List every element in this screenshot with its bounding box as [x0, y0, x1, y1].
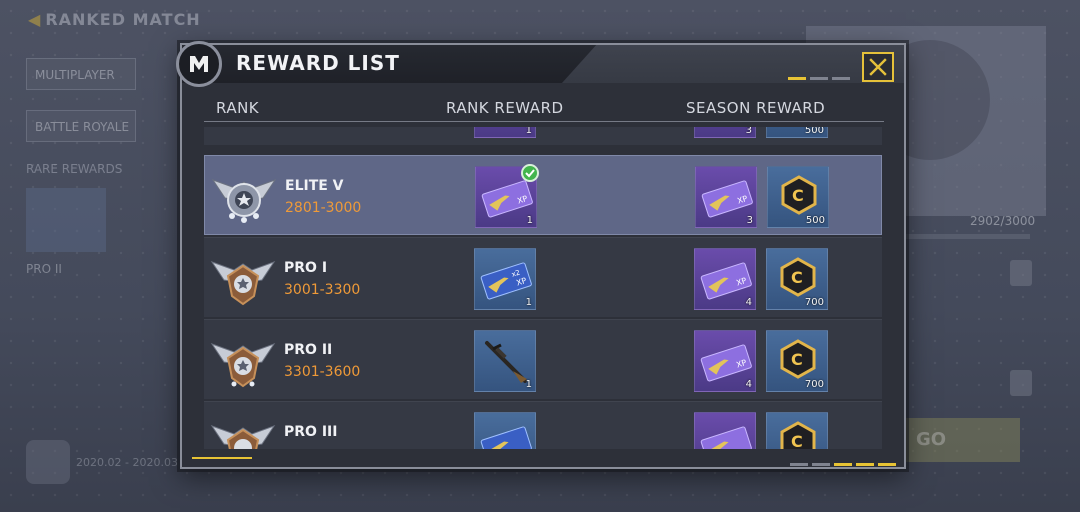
- rank-reward-double-xp-card[interactable]: x2 XP 1: [474, 248, 536, 310]
- rank-name: PRO I: [284, 260, 328, 276]
- modal-accent-line: [192, 457, 252, 459]
- season-xp-card[interactable]: XP 3: [695, 166, 757, 228]
- season-xp-card[interactable]: [694, 412, 756, 449]
- rank-emblem-icon: [210, 425, 276, 449]
- season-xp-card[interactable]: XP 4: [694, 248, 756, 310]
- season-icon: [26, 440, 70, 484]
- season-cp-item[interactable]: C 700: [766, 330, 828, 392]
- item-quantity: 700: [804, 297, 824, 308]
- column-header: RANK RANK REWARD SEASON REWARD: [204, 91, 884, 122]
- column-rank-reward: RANK REWARD: [446, 99, 564, 117]
- rank-emblem-icon: [210, 343, 276, 388]
- rank-name: PRO III: [284, 424, 338, 440]
- season-dates: 2020.02 - 2020.03: [76, 456, 178, 469]
- mode-title: ◀ RANKED MATCH: [28, 10, 201, 29]
- reward-row-pro-1[interactable]: PRO I 3001-3300 x2 XP 1 XP 4 C 700: [204, 237, 882, 317]
- back-arrow-icon[interactable]: ◀: [28, 10, 41, 29]
- item-quantity: 4: [745, 379, 752, 390]
- rank-name: PRO II: [284, 342, 333, 358]
- xp-card-icon: [480, 426, 532, 449]
- cod-points-icon: C: [780, 421, 816, 449]
- svg-text:C: C: [791, 432, 803, 449]
- rank-name: ELITE V: [285, 178, 344, 194]
- info-icon[interactable]: [1010, 260, 1032, 286]
- modal-header: REWARD LIST: [176, 41, 904, 87]
- rank-progress-text: 2902/3000: [970, 214, 1036, 228]
- rank-points-range: 2801-3000: [285, 200, 362, 216]
- rank-progress-bar: [900, 234, 1030, 239]
- header-decoration: [562, 45, 904, 83]
- info-icon[interactable]: [1010, 370, 1032, 396]
- close-button[interactable]: [862, 52, 894, 82]
- rank-reward-item[interactable]: 1: [474, 127, 536, 138]
- column-rank: RANK: [216, 99, 260, 117]
- season-xp-card[interactable]: XP 4: [694, 330, 756, 392]
- scroll-indicator: [790, 463, 896, 466]
- svg-text:C: C: [791, 268, 803, 287]
- season-cp-item[interactable]: C: [766, 412, 828, 449]
- page-indicator: [788, 77, 850, 80]
- rank-points-range: 3301-3600: [284, 364, 361, 380]
- item-quantity: 500: [805, 215, 825, 226]
- season-cp-item[interactable]: C 500: [767, 166, 829, 228]
- item-quantity: 700: [804, 379, 824, 390]
- reward-list-modal: REWARD LIST RANK RANK REWARD SEASON REWA…: [176, 41, 906, 469]
- current-rank-label: PRO II: [26, 262, 62, 276]
- season-xp-card[interactable]: 3: [694, 127, 756, 138]
- reward-row[interactable]: 1 3 500: [204, 127, 882, 145]
- close-x-icon: [869, 58, 887, 76]
- tab-battle-royale[interactable]: BATTLE ROYALE: [26, 110, 136, 142]
- item-quantity: 1: [525, 127, 532, 136]
- item-quantity: 4: [745, 297, 752, 308]
- rank-reward-item[interactable]: [474, 412, 536, 449]
- item-quantity: 500: [804, 127, 824, 136]
- reward-row-pro-3[interactable]: PRO III C: [204, 401, 882, 449]
- item-quantity: 3: [746, 215, 753, 226]
- column-season-reward: SEASON REWARD: [686, 99, 826, 117]
- check-icon: [521, 164, 539, 182]
- rare-reward-card[interactable]: [26, 188, 106, 252]
- rank-emblem-icon: [211, 179, 277, 223]
- item-quantity: 1: [525, 297, 532, 308]
- modal-title: REWARD LIST: [236, 51, 400, 75]
- rank-reward-weapon[interactable]: 1: [474, 330, 536, 392]
- item-quantity: 1: [526, 215, 533, 226]
- season-cp-item[interactable]: C 700: [766, 248, 828, 310]
- reward-row-pro-2[interactable]: PRO II 3301-3600 1 XP 4 C 700: [204, 319, 882, 399]
- reward-list[interactable]: 1 3 500 ELITE V 2801-3000 XP 1 XP 3 C 50…: [204, 127, 882, 449]
- rare-rewards-label: RARE REWARDS: [26, 162, 123, 176]
- svg-text:C: C: [792, 186, 804, 205]
- codm-logo-icon: [176, 41, 222, 87]
- rank-points-range: 3001-3300: [284, 282, 361, 298]
- season-cp-item[interactable]: 500: [766, 127, 828, 138]
- item-quantity: 3: [745, 127, 752, 136]
- go-button[interactable]: GO: [890, 418, 1020, 462]
- tab-multiplayer[interactable]: MULTIPLAYER: [26, 58, 136, 90]
- xp-card-icon: [700, 426, 752, 449]
- reward-row-elite-v[interactable]: ELITE V 2801-3000 XP 1 XP 3 C 500: [204, 155, 882, 235]
- svg-text:C: C: [791, 350, 803, 369]
- rank-emblem-icon: [210, 261, 276, 306]
- item-quantity: 1: [525, 379, 532, 390]
